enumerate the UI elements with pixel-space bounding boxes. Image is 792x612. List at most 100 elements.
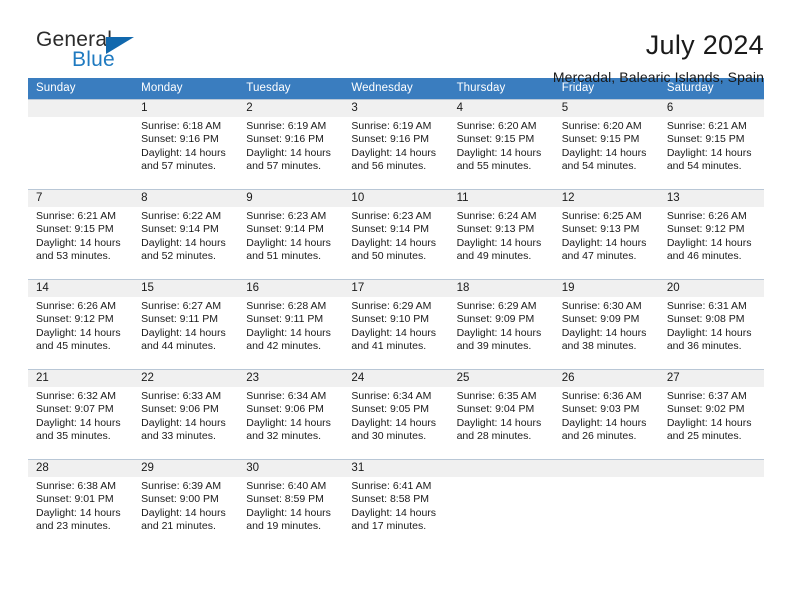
general-blue-logo[interactable]: General Blue [28, 28, 178, 80]
day-cell[interactable]: Sunrise: 6:34 AM Sunset: 9:05 PM Dayligh… [343, 387, 448, 459]
day-cell[interactable]: Sunrise: 6:35 AM Sunset: 9:04 PM Dayligh… [449, 387, 554, 459]
day-number[interactable]: 1 [133, 100, 238, 117]
daylight-text-line2: and 23 minutes. [36, 520, 111, 533]
day-number[interactable]: 9 [238, 190, 343, 207]
day-cell[interactable]: Sunrise: 6:30 AM Sunset: 9:09 PM Dayligh… [554, 297, 659, 369]
day-detail-strip: Sunrise: 6:26 AM Sunset: 9:12 PM Dayligh… [28, 297, 764, 369]
sunrise-text: Sunrise: 6:23 AM [246, 210, 327, 222]
day-number-strip: 7 8 9 10 11 12 13 [28, 190, 764, 207]
day-cell[interactable]: Sunrise: 6:19 AM Sunset: 9:16 PM Dayligh… [343, 117, 448, 189]
day-number[interactable]: 23 [238, 370, 343, 387]
day-number [449, 460, 554, 477]
day-cell[interactable]: Sunrise: 6:31 AM Sunset: 9:08 PM Dayligh… [659, 297, 764, 369]
day-cell[interactable]: Sunrise: 6:32 AM Sunset: 9:07 PM Dayligh… [28, 387, 133, 459]
day-number[interactable]: 16 [238, 280, 343, 297]
day-number[interactable] [28, 100, 133, 117]
day-cell[interactable]: Sunrise: 6:33 AM Sunset: 9:06 PM Dayligh… [133, 387, 238, 459]
day-cell[interactable]: Sunrise: 6:25 AM Sunset: 9:13 PM Dayligh… [554, 207, 659, 279]
sunset-text: Sunset: 8:58 PM [351, 493, 430, 506]
day-cell[interactable]: Sunrise: 6:24 AM Sunset: 9:13 PM Dayligh… [449, 207, 554, 279]
day-number[interactable]: 6 [659, 100, 764, 117]
weekday-header-thursday: Thursday [456, 82, 506, 94]
day-number[interactable]: 5 [554, 100, 659, 117]
day-number[interactable]: 29 [133, 460, 238, 477]
day-cell[interactable]: Sunrise: 6:20 AM Sunset: 9:15 PM Dayligh… [449, 117, 554, 189]
day-number[interactable]: 26 [554, 370, 659, 387]
daylight-text-line2: and 38 minutes. [561, 340, 637, 353]
day-number[interactable]: 27 [659, 370, 764, 387]
daylight-text-line2: and 25 minutes. [666, 430, 742, 443]
day-number[interactable]: 28 [28, 460, 133, 477]
day-number[interactable]: 18 [449, 280, 554, 297]
sunset-text: Sunset: 9:15 PM [456, 133, 535, 146]
sunrise-text: Sunrise: 6:32 AM [36, 390, 116, 402]
day-cell[interactable]: Sunrise: 6:23 AM Sunset: 9:14 PM Dayligh… [343, 207, 448, 279]
day-cell[interactable]: Sunrise: 6:21 AM Sunset: 9:15 PM Dayligh… [659, 117, 764, 189]
day-cell[interactable]: Sunrise: 6:39 AM Sunset: 9:00 PM Dayligh… [133, 477, 238, 549]
daylight-text-line2: and 57 minutes. [141, 160, 216, 173]
sunset-text: Sunset: 9:07 PM [36, 403, 114, 416]
daylight-text-line2: and 49 minutes. [456, 250, 532, 263]
sunrise-text: Sunrise: 6:20 AM [456, 120, 537, 132]
day-cell[interactable]: Sunrise: 6:29 AM Sunset: 9:09 PM Dayligh… [449, 297, 554, 369]
day-cell[interactable]: Sunrise: 6:36 AM Sunset: 9:03 PM Dayligh… [554, 387, 659, 459]
day-cell[interactable]: Sunrise: 6:22 AM Sunset: 9:14 PM Dayligh… [133, 207, 238, 279]
day-number[interactable]: 17 [343, 280, 448, 297]
day-number[interactable]: 14 [28, 280, 133, 297]
day-cell[interactable]: Sunrise: 6:27 AM Sunset: 9:11 PM Dayligh… [133, 297, 238, 369]
daylight-text-line2: and 56 minutes. [351, 160, 427, 173]
day-number[interactable]: 4 [449, 100, 554, 117]
day-number-strip: 14 15 16 17 18 19 20 [28, 280, 764, 297]
day-cell[interactable]: Sunrise: 6:40 AM Sunset: 8:59 PM Dayligh… [238, 477, 343, 549]
daylight-text-line1: Daylight: 14 hours [351, 416, 437, 429]
sunrise-text: Sunrise: 6:19 AM [246, 120, 327, 132]
day-number[interactable]: 19 [554, 280, 659, 297]
weekday-header-monday: Monday [141, 82, 183, 94]
day-number[interactable]: 11 [449, 190, 554, 207]
daylight-text-line1: Daylight: 14 hours [351, 506, 437, 519]
day-number[interactable]: 20 [659, 280, 764, 297]
day-cell[interactable]: Sunrise: 6:19 AM Sunset: 9:16 PM Dayligh… [238, 117, 343, 189]
day-number[interactable]: 25 [449, 370, 554, 387]
sunset-text: Sunset: 8:59 PM [246, 493, 324, 506]
day-cell[interactable]: Sunrise: 6:28 AM Sunset: 9:11 PM Dayligh… [238, 297, 343, 369]
daylight-text-line1: Daylight: 14 hours [36, 416, 121, 429]
daylight-text-line2: and 45 minutes. [36, 340, 111, 353]
weekday-header-wednesday: Wednesday [351, 82, 413, 94]
day-number[interactable]: 31 [343, 460, 448, 477]
day-cell[interactable]: Sunrise: 6:38 AM Sunset: 9:01 PM Dayligh… [28, 477, 133, 549]
day-number[interactable]: 24 [343, 370, 448, 387]
daylight-text-line2: and 21 minutes. [141, 520, 216, 533]
day-cell[interactable]: Sunrise: 6:26 AM Sunset: 9:12 PM Dayligh… [28, 297, 133, 369]
day-cell[interactable]: Sunrise: 6:21 AM Sunset: 9:15 PM Dayligh… [28, 207, 133, 279]
day-cell[interactable]: Sunrise: 6:37 AM Sunset: 9:02 PM Dayligh… [659, 387, 764, 459]
day-number[interactable]: 30 [238, 460, 343, 477]
day-number[interactable]: 13 [659, 190, 764, 207]
day-cell[interactable]: Sunrise: 6:29 AM Sunset: 9:10 PM Dayligh… [343, 297, 448, 369]
page-header: General Blue July 2024 Mercadal, Baleari… [28, 0, 764, 85]
day-number[interactable]: 22 [133, 370, 238, 387]
sunset-text: Sunset: 9:12 PM [36, 313, 114, 326]
day-number[interactable]: 7 [28, 190, 133, 207]
day-number[interactable]: 12 [554, 190, 659, 207]
day-number[interactable]: 15 [133, 280, 238, 297]
triangle-icon [106, 37, 134, 54]
day-number[interactable]: 10 [343, 190, 448, 207]
day-number[interactable]: 2 [238, 100, 343, 117]
day-cell[interactable]: Sunrise: 6:34 AM Sunset: 9:06 PM Dayligh… [238, 387, 343, 459]
day-number[interactable]: 8 [133, 190, 238, 207]
day-cell[interactable]: Sunrise: 6:20 AM Sunset: 9:15 PM Dayligh… [554, 117, 659, 189]
daylight-text-line1: Daylight: 14 hours [246, 326, 331, 339]
day-cell[interactable]: Sunrise: 6:23 AM Sunset: 9:14 PM Dayligh… [238, 207, 343, 279]
day-cell[interactable]: Sunrise: 6:26 AM Sunset: 9:12 PM Dayligh… [659, 207, 764, 279]
day-number[interactable]: 21 [28, 370, 133, 387]
day-cell[interactable]: Sunrise: 6:18 AM Sunset: 9:16 PM Dayligh… [133, 117, 238, 189]
daylight-text-line1: Daylight: 14 hours [141, 416, 226, 429]
sunrise-text: Sunrise: 6:19 AM [351, 120, 432, 132]
daylight-text-line1: Daylight: 14 hours [456, 326, 542, 339]
daylight-text-line1: Daylight: 14 hours [246, 506, 331, 519]
sunrise-text: Sunrise: 6:21 AM [666, 120, 747, 132]
day-cell[interactable]: Sunrise: 6:41 AM Sunset: 8:58 PM Dayligh… [343, 477, 448, 549]
calendar-grid: Sunday Monday Tuesday Wednesday Thursday… [28, 78, 764, 549]
day-number[interactable]: 3 [343, 100, 448, 117]
